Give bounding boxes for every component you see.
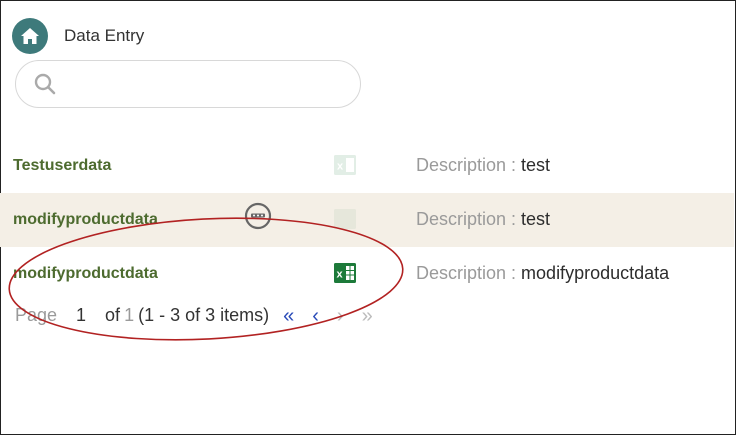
data-entry-name-link[interactable]: Testuserdata bbox=[13, 157, 111, 175]
description-value: test bbox=[521, 155, 551, 175]
list-item[interactable]: Testuserdata x Description : test bbox=[0, 139, 734, 193]
description-label: Description : bbox=[416, 263, 522, 283]
total-pages: 1 bbox=[124, 305, 135, 325]
search-box[interactable] bbox=[15, 60, 361, 108]
search-input[interactable] bbox=[64, 69, 348, 101]
description-value: test bbox=[521, 209, 551, 229]
description: Description : modifyproductdata bbox=[416, 263, 669, 284]
list-item[interactable]: modifyproductdata Description : test bbox=[0, 193, 734, 247]
page-title: Data Entry bbox=[64, 26, 145, 45]
data-entry-name-link[interactable]: modifyproductdata bbox=[13, 265, 158, 283]
excel-icon: x bbox=[334, 155, 356, 175]
description: Description : test bbox=[416, 155, 550, 176]
items-info: (1 - 3 of 3 items) bbox=[138, 305, 270, 325]
excel-icon[interactable]: x bbox=[334, 262, 356, 284]
home-button[interactable] bbox=[12, 18, 48, 54]
data-entry-name-link[interactable]: modifyproductdata bbox=[13, 211, 158, 229]
list-item[interactable]: modifyproductdata x Description : modify… bbox=[0, 247, 734, 301]
description-label: Description : bbox=[416, 155, 522, 175]
home-icon bbox=[21, 28, 39, 44]
description: Description : test bbox=[416, 209, 550, 230]
first-page-icon[interactable]: « bbox=[283, 306, 294, 326]
previous-page-icon[interactable]: ‹ bbox=[312, 306, 319, 326]
search-icon bbox=[34, 73, 56, 95]
description-value: modifyproductdata bbox=[521, 263, 670, 283]
last-page-icon[interactable]: » bbox=[362, 306, 373, 326]
svg-text:x: x bbox=[337, 269, 344, 281]
excel-icon bbox=[334, 209, 356, 229]
more-options-icon[interactable] bbox=[243, 201, 273, 231]
page-number-input[interactable] bbox=[57, 305, 106, 326]
of-label: of bbox=[105, 305, 121, 325]
svg-text:x: x bbox=[337, 161, 344, 173]
page-label: Page bbox=[15, 305, 58, 325]
pagination: Page of 1 (1 - 3 of 3 items) « ‹ › » bbox=[15, 305, 373, 326]
next-page-icon[interactable]: › bbox=[337, 306, 344, 326]
description-label: Description : bbox=[416, 209, 522, 229]
page-header: Data Entry bbox=[12, 18, 144, 54]
